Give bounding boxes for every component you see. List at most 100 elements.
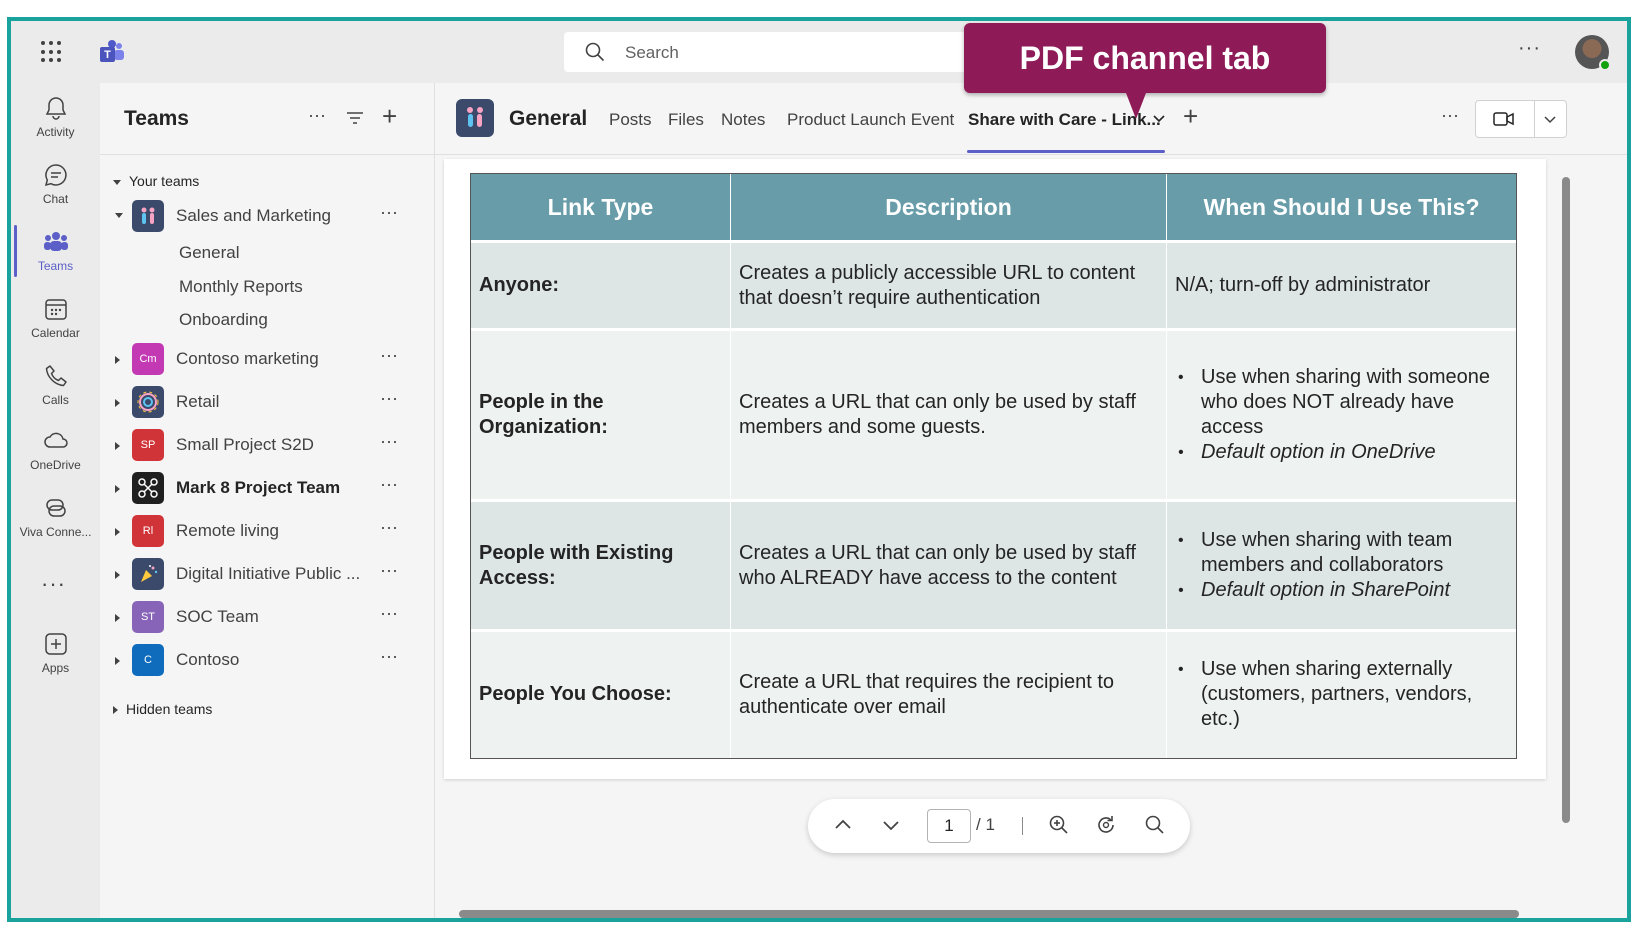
rail-item-teams[interactable]: Teams: [11, 225, 100, 277]
channel-name: General: [509, 107, 588, 130]
channel-onboarding[interactable]: Onboarding: [179, 310, 268, 330]
description-cell: Creates a URL that can only be used by s…: [730, 499, 1167, 631]
more-options-icon[interactable]: ···: [380, 388, 398, 409]
active-tab-indicator: [967, 150, 1165, 153]
chevron-down-icon: [115, 213, 123, 218]
table-row: People with Existing Access: Creates a U…: [470, 499, 1517, 631]
more-options-icon[interactable]: ···: [380, 345, 398, 366]
scrollbar-thumb[interactable]: [459, 910, 1519, 918]
chevron-right-icon: [115, 356, 120, 364]
rail-label: Chat: [42, 192, 69, 206]
table-row: Anyone: Creates a publicly accessible UR…: [470, 239, 1517, 331]
hidden-teams-header[interactable]: Hidden teams: [113, 701, 212, 717]
team-avatar: SP: [132, 429, 164, 461]
team-row-sales-and-marketing[interactable]: Sales and Marketing ···: [100, 198, 435, 236]
hidden-teams-label: Hidden teams: [126, 701, 213, 717]
more-options-icon[interactable]: ···: [380, 202, 398, 223]
create-team-icon[interactable]: +: [382, 101, 397, 132]
chevron-right-icon: [115, 614, 120, 622]
add-tab-icon[interactable]: +: [1183, 101, 1198, 132]
team-row-contoso[interactable]: C Contoso ···: [100, 642, 435, 680]
tab-posts[interactable]: Posts: [609, 110, 652, 130]
more-options-icon[interactable]: ···: [380, 560, 398, 581]
team-name: Digital Initiative Public ...: [176, 564, 361, 583]
avatar[interactable]: [1575, 35, 1611, 71]
description-cell: Creates a publicly accessible URL to con…: [730, 239, 1167, 331]
page-number-input[interactable]: 1: [927, 809, 971, 843]
team-avatar: Rl: [132, 515, 164, 547]
more-options-icon[interactable]: ···: [1441, 105, 1459, 126]
more-options-icon[interactable]: ···: [380, 517, 398, 538]
rail-label: Calls: [42, 393, 69, 407]
description-cell: Creates a URL that can only be used by s…: [730, 328, 1167, 502]
filter-icon[interactable]: [346, 111, 364, 125]
team-avatar: ST: [132, 601, 164, 633]
rail-label: OneDrive: [30, 458, 81, 472]
chevron-down-icon[interactable]: [1544, 114, 1556, 124]
zoom-in-icon[interactable]: [1048, 814, 1070, 836]
search-icon[interactable]: [1144, 814, 1166, 836]
top-bar: T Search ···: [11, 21, 1627, 83]
channel-monthly-reports[interactable]: Monthly Reports: [179, 277, 303, 297]
vertical-scrollbar[interactable]: [1558, 159, 1572, 849]
tab-notes[interactable]: Notes: [721, 110, 765, 130]
team-row-retail[interactable]: Retail ···: [100, 384, 435, 422]
link-type-cell: Anyone:: [470, 239, 731, 331]
rail-item-activity[interactable]: Activity: [11, 95, 100, 139]
team-row-mark-8-project-team[interactable]: Mark 8 Project Team ···: [100, 470, 435, 508]
team-row-small-project-s2d[interactable]: SP Small Project S2D ···: [100, 427, 435, 465]
rail-item-calendar[interactable]: Calendar: [11, 296, 100, 340]
description-cell: Create a URL that requires the recipient…: [730, 628, 1167, 760]
team-row-remote-living[interactable]: Rl Remote living ···: [100, 513, 435, 551]
team-name: Remote living: [176, 521, 279, 540]
tab-product-launch-event[interactable]: Product Launch Event: [787, 110, 954, 130]
team-name: Sales and Marketing: [176, 206, 331, 225]
team-avatar: [132, 200, 164, 232]
more-options-icon[interactable]: ···: [380, 603, 398, 624]
chevron-up-icon[interactable]: [834, 814, 852, 836]
team-name: Retail: [176, 392, 220, 411]
rail-item-calls[interactable]: Calls: [11, 363, 100, 407]
team-avatar: [132, 558, 164, 590]
meet-button[interactable]: [1475, 100, 1567, 138]
rail-item-onedrive[interactable]: OneDrive: [11, 428, 100, 472]
more-options-icon[interactable]: ···: [380, 646, 398, 667]
settings-more-icon[interactable]: ···: [1518, 37, 1541, 60]
bullet-item: Use when sharing externally (customers, …: [1175, 657, 1508, 732]
link-type-cell: People in the Organization:: [470, 328, 731, 502]
page-total: / 1: [976, 815, 995, 834]
chevron-down-icon: [113, 179, 121, 185]
rotate-icon[interactable]: [1096, 814, 1118, 836]
more-options-icon[interactable]: ···: [380, 431, 398, 452]
scrollbar-thumb[interactable]: [1562, 177, 1570, 823]
more-options-icon[interactable]: ···: [308, 105, 326, 126]
divider: [1534, 101, 1535, 137]
app-launcher-icon[interactable]: [41, 41, 63, 63]
channel-general[interactable]: General: [179, 243, 239, 263]
link-types-table: Link Type Description When Should I Use …: [470, 173, 1517, 760]
horizontal-scrollbar[interactable]: [443, 906, 1548, 918]
more-options-icon[interactable]: ···: [380, 474, 398, 495]
rail-item-apps[interactable]: Apps: [11, 631, 100, 675]
team-row-soc-team[interactable]: ST SOC Team ···: [100, 599, 435, 637]
team-row-contoso-marketing[interactable]: Cm Contoso marketing ···: [100, 341, 435, 379]
team-row-digital-initiative-public[interactable]: Digital Initiative Public ... ···: [100, 556, 435, 594]
chevron-down-icon[interactable]: [1153, 113, 1165, 123]
presence-available-icon: [1599, 59, 1611, 71]
search-placeholder: Search: [625, 43, 679, 62]
chevron-right-icon: [115, 657, 120, 665]
rail-item-viva-connections[interactable]: Viva Conne...: [11, 495, 100, 539]
tab-files[interactable]: Files: [668, 110, 704, 130]
team-name: Contoso: [176, 650, 240, 669]
rail-item-chat[interactable]: Chat: [11, 162, 100, 206]
when-cell: Use when sharing with team members and c…: [1166, 499, 1517, 631]
more-apps-icon[interactable]: ···: [41, 571, 66, 597]
calendar-icon: [44, 299, 67, 320]
when-cell: N/A; turn-off by administrator: [1166, 239, 1517, 331]
your-teams-header[interactable]: Your teams: [113, 173, 199, 189]
column-header: When Should I Use This?: [1166, 173, 1517, 242]
when-cell: Use when sharing with someone who does N…: [1166, 328, 1517, 502]
chevron-down-icon[interactable]: [882, 814, 900, 836]
chevron-right-icon: [113, 706, 118, 715]
team-avatar: [132, 386, 164, 418]
